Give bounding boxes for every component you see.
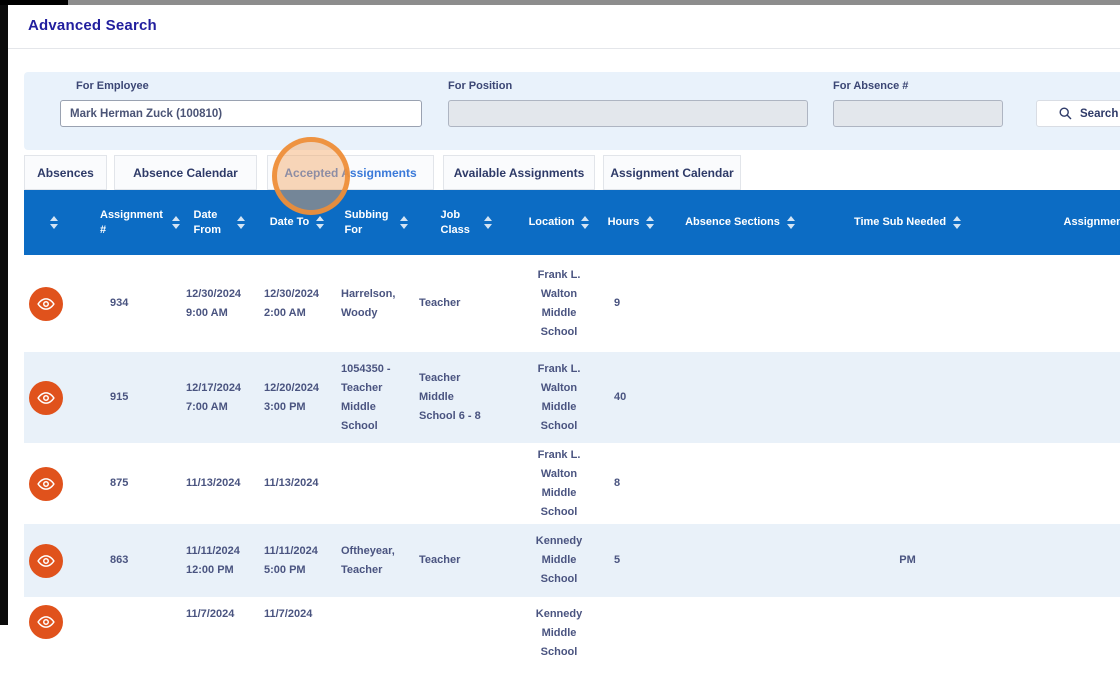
table-row: 11/7/2024 11/7/2024 Kennedy Middle Schoo…: [24, 597, 1120, 697]
date-from: 11/11/2024 12:00 PM: [186, 544, 240, 576]
view-assignment-button[interactable]: [29, 380, 63, 415]
time-sub-needed: PM: [899, 554, 916, 566]
sort-icon[interactable]: [50, 216, 58, 229]
sort-icon[interactable]: [483, 216, 492, 229]
sort-icon[interactable]: [953, 216, 962, 229]
search-icon: [1059, 107, 1072, 120]
hours: 5: [614, 554, 621, 566]
date-to: 11/13/2024: [264, 477, 319, 489]
assignment-number: 934: [110, 297, 129, 309]
accepted-assignments-table: Assignment # Date From Date To Subbing F…: [24, 190, 1120, 697]
tab-absence-calendar[interactable]: Absence Calendar: [114, 155, 257, 190]
sort-icon[interactable]: [316, 216, 325, 229]
sort-icon[interactable]: [581, 216, 590, 229]
for-position-input: [448, 100, 808, 127]
eye-icon: [37, 295, 55, 313]
hours: 9: [614, 297, 621, 309]
search-button[interactable]: Search: [1036, 100, 1120, 127]
date-to: 11/11/2024 5:00 PM: [264, 544, 318, 576]
view-assignment-button[interactable]: [29, 286, 63, 321]
location: Frank L. Walton Middle School: [537, 362, 581, 432]
date-from: 12/30/2024 9:00 AM: [186, 287, 242, 319]
eye-icon: [37, 389, 55, 407]
sort-icon[interactable]: [786, 216, 795, 229]
tab-assignment-calendar[interactable]: Assignment Calendar: [603, 155, 741, 190]
column-header-subbing-for[interactable]: Subbing For: [336, 208, 416, 238]
column-header-hours[interactable]: Hours: [602, 215, 660, 230]
assignment-number: 875: [110, 477, 129, 489]
date-to: 11/7/2024: [264, 608, 313, 620]
column-header-view[interactable]: [24, 216, 100, 229]
filter-panel: For Employee For Position For Absence # …: [24, 72, 1120, 150]
table-header-row: Assignment # Date From Date To Subbing F…: [24, 190, 1120, 255]
sort-icon[interactable]: [172, 216, 180, 229]
tab-available-assignments[interactable]: Available Assignments: [443, 155, 595, 190]
sort-icon[interactable]: [399, 216, 408, 229]
assignment-number: 915: [110, 391, 129, 403]
column-header-job-class[interactable]: Job Class: [416, 208, 516, 238]
window-edge-corner: [0, 0, 68, 5]
column-header-location[interactable]: Location: [516, 215, 602, 230]
search-button-label: Search: [1080, 107, 1119, 120]
location: Kennedy Middle School: [535, 535, 583, 585]
for-absence-input: [833, 100, 1003, 127]
eye-icon: [37, 475, 55, 493]
window-edge-top: [68, 0, 1120, 5]
date-to: 12/30/2024 2:00 AM: [264, 287, 320, 319]
column-header-assignment-number[interactable]: Assignment #: [100, 208, 180, 238]
table-row: 875 11/13/2024 11/13/2024 Frank L. Walto…: [24, 443, 1120, 524]
view-assignment-button[interactable]: [29, 466, 63, 501]
view-assignment-button[interactable]: [29, 543, 63, 578]
for-absence-label: For Absence #: [833, 80, 909, 92]
date-from: 12/17/2024 7:00 AM: [186, 381, 242, 413]
tab-absences[interactable]: Absences: [24, 155, 107, 190]
date-to: 12/20/2024 3:00 PM: [264, 381, 320, 413]
eye-icon: [37, 552, 55, 570]
column-header-date-to[interactable]: Date To: [258, 215, 336, 230]
for-employee-input[interactable]: [60, 100, 422, 127]
subbing-for: 1054350 - Teacher Middle School: [341, 362, 391, 432]
tab-accepted-assignments[interactable]: Accepted Assignments: [267, 155, 434, 190]
for-employee-label: For Employee: [76, 80, 149, 92]
column-header-time-sub-needed[interactable]: Time Sub Needed: [820, 215, 995, 230]
sort-icon[interactable]: [646, 216, 655, 229]
view-assignment-button[interactable]: [29, 605, 63, 639]
column-header-absence-sections[interactable]: Absence Sections: [660, 215, 820, 230]
assignment-number: 863: [110, 554, 129, 566]
column-header-date-from[interactable]: Date From: [180, 208, 258, 238]
date-from: 11/7/2024: [186, 608, 235, 620]
job-class: Teacher: [419, 554, 461, 566]
job-class: Teacher Middle School 6 - 8: [419, 372, 481, 422]
column-header-assignment[interactable]: Assignment: [995, 215, 1120, 230]
subbing-for: Oftheyear, Teacher: [341, 544, 395, 576]
table-row: 934 12/30/2024 9:00 AM 12/30/2024 2:00 A…: [24, 255, 1120, 352]
date-from: 11/13/2024: [186, 477, 241, 489]
location: Kennedy Middle School: [535, 608, 583, 658]
subbing-for: Harrelson, Woody: [341, 287, 396, 319]
location: Frank L. Walton Middle School: [537, 268, 581, 338]
page-title: Advanced Search: [28, 17, 157, 34]
table-row: 863 11/11/2024 12:00 PM 11/11/2024 5:00 …: [24, 524, 1120, 597]
table-row: 915 12/17/2024 7:00 AM 12/20/2024 3:00 P…: [24, 352, 1120, 443]
eye-icon: [37, 613, 55, 631]
hours: 8: [614, 477, 621, 489]
sort-icon[interactable]: [236, 216, 245, 229]
window-edge-left: [0, 0, 8, 625]
hours: 40: [614, 391, 627, 403]
job-class: Teacher: [419, 297, 461, 309]
for-position-label: For Position: [448, 80, 513, 92]
location: Frank L. Walton Middle School: [537, 448, 581, 518]
title-divider: [8, 48, 1120, 49]
